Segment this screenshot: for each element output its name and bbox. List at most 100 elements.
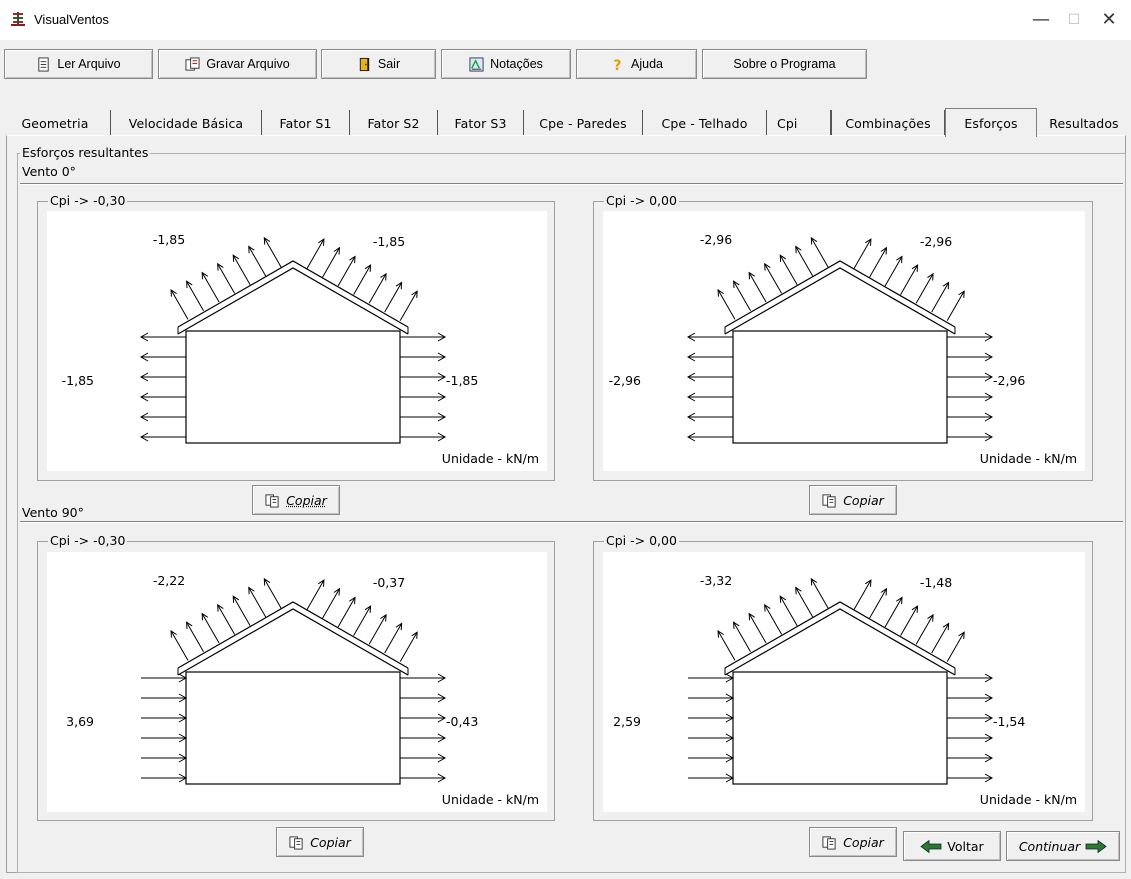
tab-fator-s2[interactable]: Fator S2 xyxy=(350,110,438,136)
diagram-panel: -1,85 -1,85 -1,85 -1,85 Unidade - kN/m xyxy=(47,211,547,471)
cpi-label: Cpi -> 0,00 xyxy=(604,533,679,548)
unit-label: Unidade - kN/m xyxy=(442,451,539,466)
roof-right-arrows xyxy=(306,579,418,662)
tab-fator-s3[interactable]: Fator S3 xyxy=(438,110,524,136)
about-label: Sobre o Programa xyxy=(733,57,836,71)
copy-button[interactable]: Copiar xyxy=(276,827,364,857)
roof-left-arrows xyxy=(717,236,829,320)
arrow-right-icon xyxy=(1085,839,1107,853)
house-roof xyxy=(177,601,409,676)
back-label: Voltar xyxy=(947,838,984,854)
roof-right-value: -2,96 xyxy=(920,234,952,249)
tab-label: Combinações xyxy=(845,115,931,131)
copy-label: Copiar xyxy=(310,834,351,850)
notation-icon xyxy=(469,56,484,72)
tab-geometria[interactable]: Geometria xyxy=(0,110,111,136)
roof-right-value: -1,85 xyxy=(373,234,405,249)
svg-text:?: ? xyxy=(613,58,621,72)
close-button[interactable]: ✕ xyxy=(1094,6,1124,34)
save-file-icon xyxy=(185,56,200,71)
cpi-label: Cpi -> -0,30 xyxy=(48,193,128,208)
roof-left-arrows xyxy=(717,577,829,661)
copy-button[interactable]: Copiar xyxy=(809,485,897,515)
diagram-panel: -2,22 -0,37 3,69 -0,43 Unidade - kN/m xyxy=(47,552,547,812)
notation-label: Notações xyxy=(490,57,543,71)
section-title: Vento 0° xyxy=(22,164,76,179)
tab-cpi[interactable]: Cpi xyxy=(767,110,831,136)
copy-icon xyxy=(289,835,303,850)
back-button[interactable]: Voltar xyxy=(903,831,1001,861)
diagram-panel: -3,32 -1,48 2,59 -1,54 Unidade - kN/m xyxy=(603,552,1085,812)
unit-label: Unidade - kN/m xyxy=(442,792,539,807)
wall-left-arrows xyxy=(139,332,186,442)
tab-cpe-paredes[interactable]: Cpe - Paredes xyxy=(524,110,643,136)
title-bar: VisualVentos — ☐ ✕ xyxy=(0,0,1131,40)
tab-label: Fator S2 xyxy=(367,115,420,131)
copy-button[interactable]: Copiar xyxy=(252,485,340,515)
continue-label: Continuar xyxy=(1018,838,1081,854)
wall-left-arrows xyxy=(686,332,733,442)
maximize-button[interactable]: ☐ xyxy=(1059,6,1089,34)
tab-label: Resultados xyxy=(1049,115,1119,131)
roof-right-arrows xyxy=(853,579,965,662)
section-title: Vento 90° xyxy=(22,505,84,520)
open-file-button[interactable]: Ler Arquivo xyxy=(4,49,153,79)
tab-label: Geometria xyxy=(21,115,89,131)
about-button[interactable]: Sobre o Programa xyxy=(702,49,867,79)
tab-resultados[interactable]: Resultados xyxy=(1037,110,1131,136)
house-walls xyxy=(732,330,948,444)
wall-right-value: -1,85 xyxy=(446,373,478,388)
open-file-label: Ler Arquivo xyxy=(57,57,121,71)
minimize-button[interactable]: — xyxy=(1026,6,1056,34)
roof-left-arrows xyxy=(170,577,282,661)
tab-label: Cpe - Paredes xyxy=(539,115,627,131)
help-label: Ajuda xyxy=(631,57,663,71)
house-load-diagram: -2,22 -0,37 3,69 -0,43 Unidade - kN/m xyxy=(66,573,539,807)
wall-right-arrows xyxy=(400,673,447,783)
tab-fator-s1[interactable]: Fator S1 xyxy=(262,110,350,136)
house-roof xyxy=(724,260,956,335)
section-divider xyxy=(20,521,1123,523)
help-question-icon: ? xyxy=(613,58,621,72)
copy-icon xyxy=(265,493,279,508)
wall-left-value: 2,59 xyxy=(613,714,641,729)
house-load-diagram: -2,96 -2,96 -2,96 -2,96 Unidade - kN/m xyxy=(609,232,1077,466)
roof-left-value: -3,32 xyxy=(700,573,732,588)
tab-strip: Geometria Velocidade Básica Fator S1 Fat… xyxy=(0,108,1131,137)
tab-label: Fator S1 xyxy=(279,115,332,131)
tab-label: Esforços xyxy=(964,115,1018,131)
house-walls xyxy=(185,330,401,444)
window-title: VisualVentos xyxy=(34,12,109,27)
save-file-label: Gravar Arquivo xyxy=(206,57,290,71)
wall-right-value: -0,43 xyxy=(446,714,478,729)
tab-velocidade-basica[interactable]: Velocidade Básica xyxy=(111,110,262,136)
arrow-left-icon xyxy=(920,839,942,853)
tab-esforcos[interactable]: Esforços xyxy=(945,108,1037,137)
tab-label: Fator S3 xyxy=(454,115,507,131)
copy-label: Copiar xyxy=(843,834,884,850)
copy-button[interactable]: Copiar xyxy=(809,827,897,857)
roof-right-value: -1,48 xyxy=(920,575,952,590)
house-walls xyxy=(732,671,948,785)
continue-button[interactable]: Continuar xyxy=(1006,831,1120,861)
tab-label: Cpe - Telhado xyxy=(661,115,748,131)
help-button[interactable]: ? Ajuda xyxy=(576,49,697,79)
cpi-label: Cpi -> -0,30 xyxy=(48,533,128,548)
house-walls xyxy=(185,671,401,785)
wall-right-value: -2,96 xyxy=(993,373,1025,388)
wall-left-arrows xyxy=(141,673,188,783)
house-load-diagram: -3,32 -1,48 2,59 -1,54 Unidade - kN/m xyxy=(613,573,1077,807)
exit-button[interactable]: Sair xyxy=(321,49,436,79)
roof-left-value: -2,22 xyxy=(153,573,185,588)
save-file-button[interactable]: Gravar Arquivo xyxy=(158,49,317,79)
notation-button[interactable]: Notações xyxy=(441,49,571,79)
tab-combinacoes[interactable]: Combinações xyxy=(831,110,945,136)
copy-label: Copiar xyxy=(286,492,327,508)
app-icon xyxy=(11,12,25,26)
copy-icon xyxy=(822,493,836,508)
exit-door-icon xyxy=(359,57,370,71)
tab-label: Cpi xyxy=(777,115,798,131)
toolbar: Ler Arquivo Gravar Arquivo Sair Notações… xyxy=(0,44,1131,84)
tab-cpe-telhado[interactable]: Cpe - Telhado xyxy=(643,110,767,136)
exit-label: Sair xyxy=(377,57,401,71)
